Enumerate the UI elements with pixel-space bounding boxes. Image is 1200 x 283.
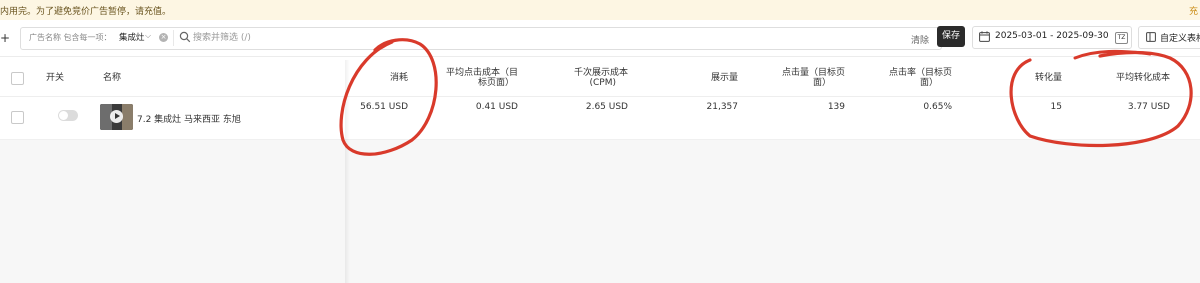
date-range-picker[interactable]: 2025-03-01 - 2025-09-30 TZ <box>972 26 1132 49</box>
ads-table: 开关 名称 消耗 平均点击成本（目 标页面） 千次展示成本 (CPM) 展示量 … <box>0 60 1200 283</box>
table-row[interactable]: 7.2 集成灶 马来西亚 东旭 56.51 USD 0.41 USD 2.65 … <box>0 97 1200 140</box>
play-icon <box>110 110 123 123</box>
customize-table-label: 自定义表格 <box>1160 34 1200 44</box>
header-cpm-line1: 千次展示成本 <box>573 68 628 78</box>
recharge-banner: 内用完。为了避免竞价广告暂停，请充值。 充 <box>0 0 1200 21</box>
clear-chip-icon[interactable]: × <box>159 33 168 42</box>
add-icon[interactable]: + <box>0 31 10 45</box>
header-cpm[interactable]: 千次展示成本 (CPM) <box>540 68 628 88</box>
search-icon <box>179 31 191 43</box>
banner-message: 内用完。为了避免竞价广告暂停，请充值。 <box>0 7 172 17</box>
columns-icon <box>1146 32 1156 42</box>
header-cpm-line2: (CPM) <box>589 78 617 88</box>
video-thumbnail[interactable] <box>100 104 133 130</box>
filter-toolbar: + 广告名称 包含每一项： 集成灶 ⌵ × 清除 保存 2025-03-01 -… <box>0 20 1200 57</box>
filter-bar[interactable]: 广告名称 包含每一项： 集成灶 ⌵ × <box>20 27 942 50</box>
status-toggle[interactable] <box>58 110 78 121</box>
cell-ctr: 0.65% <box>923 102 952 112</box>
select-all-checkbox[interactable] <box>11 72 24 85</box>
thumbnail-frame-2 <box>122 104 133 130</box>
table-header: 开关 名称 消耗 平均点击成本（目 标页面） 千次展示成本 (CPM) 展示量 … <box>0 60 1200 97</box>
cell-impressions: 21,357 <box>706 102 739 112</box>
header-impressions[interactable]: 展示量 <box>668 73 738 83</box>
calendar-icon <box>979 31 990 42</box>
customize-table-button[interactable]: 自定义表格 <box>1138 26 1200 49</box>
date-range-text: 2025-03-01 - 2025-09-30 <box>995 31 1109 41</box>
header-ctr-line2: 面） <box>919 78 938 88</box>
filter-chip-ad-name[interactable]: 广告名称 包含每一项： 集成灶 ⌵ × <box>25 30 174 46</box>
save-button[interactable]: 保存 <box>937 26 965 47</box>
cell-conversions: 15 <box>1050 102 1062 112</box>
header-ctr-line1: 点击率（目标页 <box>888 68 952 78</box>
header-cpc[interactable]: 平均点击成本（目 标页面） <box>420 68 518 88</box>
cell-clicks: 139 <box>827 102 845 112</box>
header-conversions[interactable]: 转化量 <box>1004 73 1062 83</box>
clear-button[interactable]: 清除 <box>911 33 929 46</box>
cell-cpc: 0.41 USD <box>475 102 518 112</box>
recharge-link[interactable]: 充 <box>1189 4 1198 17</box>
header-cpc-line1: 平均点击成本（目 <box>445 68 518 78</box>
filter-chip-value: 集成灶 <box>119 33 145 43</box>
header-clicks-line1: 点击量（目标页 <box>781 68 845 78</box>
cell-cpm: 2.65 USD <box>585 102 628 112</box>
header-clicks[interactable]: 点击量（目标页 面） <box>750 68 845 88</box>
header-ctr[interactable]: 点击率（目标页 面） <box>860 68 952 88</box>
ad-name[interactable]: 7.2 集成灶 马来西亚 东旭 <box>137 112 241 125</box>
frozen-column-divider <box>345 60 350 283</box>
filter-chip-label: 广告名称 包含每一项： <box>29 33 112 42</box>
toggle-knob <box>59 111 68 120</box>
header-name[interactable]: 名称 <box>103 73 121 83</box>
header-cpc-line2: 标页面） <box>477 78 514 88</box>
cell-cpa: 3.77 USD <box>1127 102 1170 112</box>
header-spend[interactable]: 消耗 <box>358 73 408 83</box>
chevron-down-icon[interactable]: ⌵ <box>145 31 151 41</box>
header-cpa[interactable]: 平均转化成本 <box>1090 73 1170 83</box>
table-empty-area <box>0 140 1200 283</box>
search-input[interactable] <box>193 30 493 45</box>
row-checkbox[interactable] <box>11 111 24 124</box>
header-toggle[interactable]: 开关 <box>46 73 64 83</box>
timezone-icon[interactable]: TZ <box>1115 32 1128 44</box>
header-clicks-line2: 面） <box>812 78 831 88</box>
